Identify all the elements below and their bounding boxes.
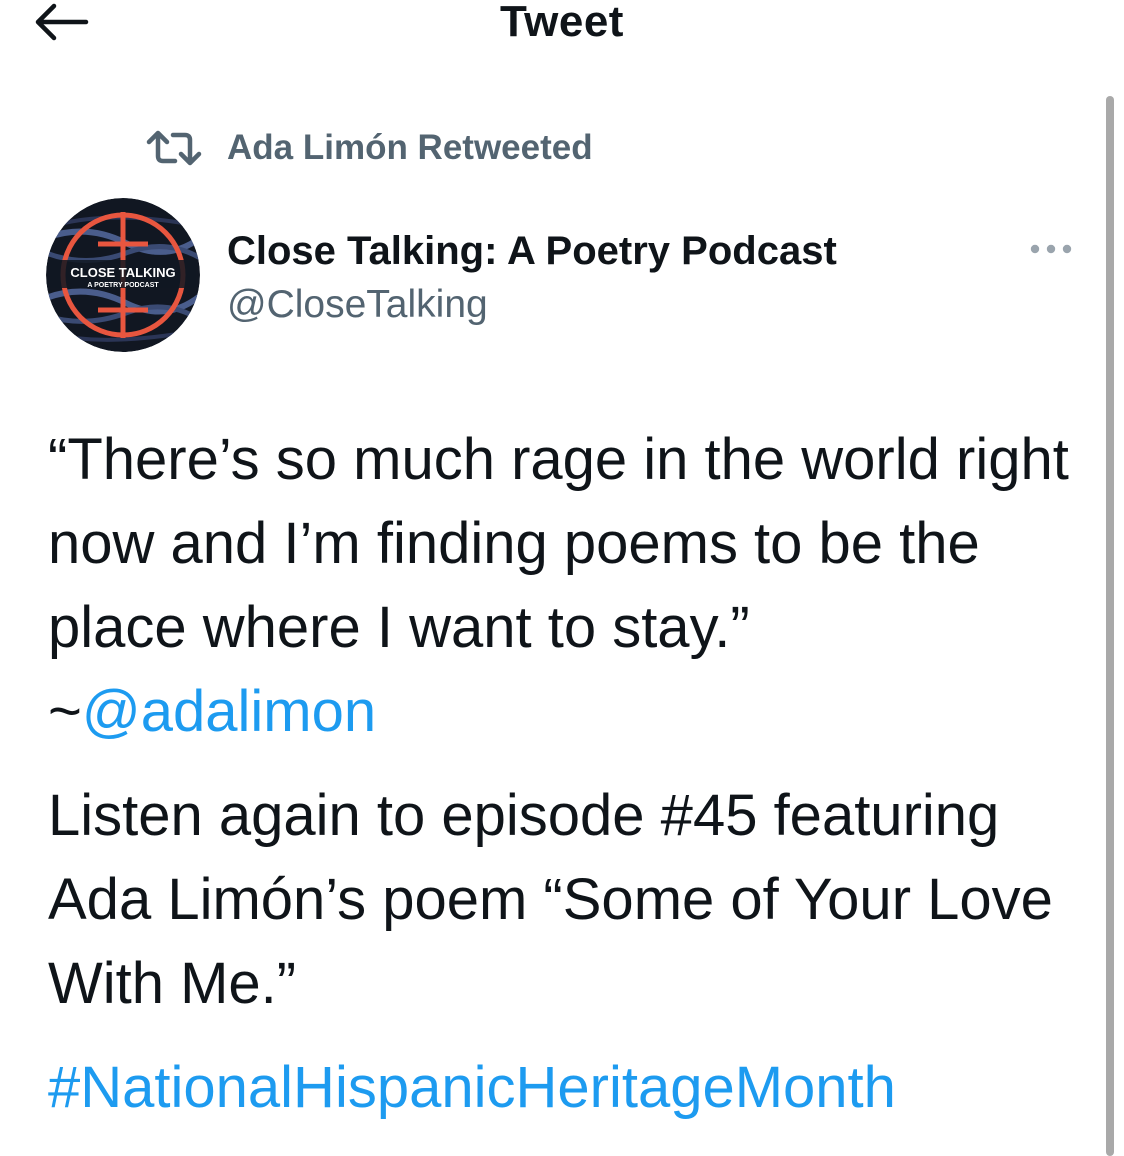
top-bar: Tweet xyxy=(0,0,1124,60)
author-handle[interactable]: @CloseTalking xyxy=(227,280,488,330)
hashtag-link[interactable]: #NationalHispanicHeritageMonth xyxy=(48,1055,896,1120)
page-title: Tweet xyxy=(500,0,624,46)
tweet-text: “There’s so much rage in the world right… xyxy=(48,418,1088,1130)
mention-prefix: ~ xyxy=(48,679,82,744)
retweet-icon xyxy=(146,130,202,166)
podcast-logo-icon: CLOSE TALKING A POETRY PODCAST xyxy=(46,198,200,352)
tweet-hashtag-paragraph: #NationalHispanicHeritageMonth xyxy=(48,1046,1088,1130)
tweet-quote-paragraph: “There’s so much rage in the world right… xyxy=(48,418,1088,754)
author-name[interactable]: Close Talking: A Poetry Podcast xyxy=(227,226,837,276)
mention-link[interactable]: @adalimon xyxy=(82,679,376,744)
more-horizontal-icon xyxy=(1030,244,1072,254)
avatar-title: CLOSE TALKING xyxy=(70,265,175,280)
retweet-label: Ada Limón Retweeted xyxy=(227,128,593,167)
tweet-body-paragraph: Listen again to episode #45 featuring Ad… xyxy=(48,783,1053,1016)
retweet-context[interactable]: Ada Limón Retweeted xyxy=(145,124,593,172)
scrollbar[interactable] xyxy=(1106,96,1114,1156)
avatar[interactable]: CLOSE TALKING A POETRY PODCAST xyxy=(46,198,200,352)
tweet-quote: “There’s so much rage in the world right… xyxy=(48,427,1069,660)
avatar-subtitle: A POETRY PODCAST xyxy=(87,282,159,289)
more-options-button[interactable] xyxy=(1026,234,1076,264)
